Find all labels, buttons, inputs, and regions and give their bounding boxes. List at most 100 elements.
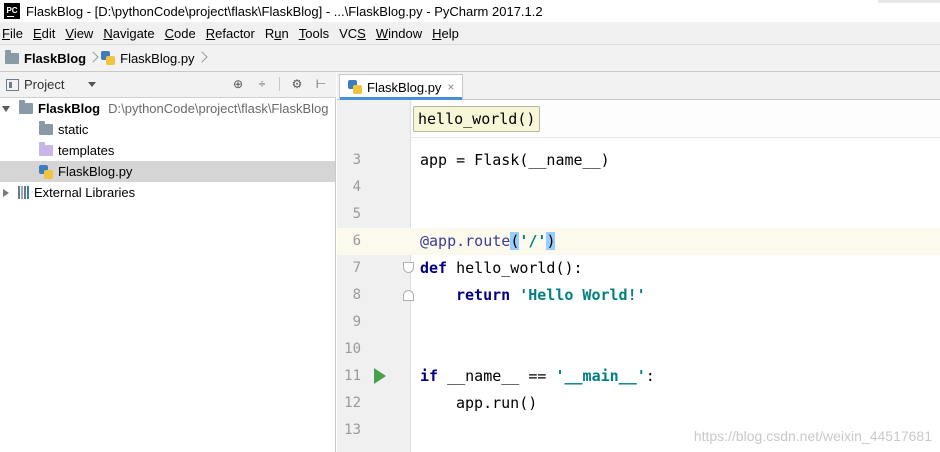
keyword-token: if: [420, 367, 439, 385]
chevron-right-icon: [198, 50, 206, 66]
menu-window-label: indow: [388, 25, 423, 41]
menu-vcs-prefix: VC: [339, 25, 358, 41]
breadcrumb: FlaskBlog FlaskBlog.py: [0, 44, 940, 72]
folder-icon: [39, 142, 53, 156]
code-line-8: return 'Hello World!': [456, 286, 646, 304]
project-panel-header: Project ⊕ ÷ ⚙ ⊢: [0, 72, 336, 98]
line-number: 7: [352, 260, 361, 276]
tree-root-path: D:\pythonCode\project\flask\FlaskBlog: [108, 101, 329, 116]
collapse-all-icon[interactable]: ÷: [255, 77, 269, 91]
tree-item-flaskblog-py[interactable]: FlaskBlog.py: [0, 161, 335, 182]
menu-tools[interactable]: Tools: [295, 26, 333, 41]
project-toolbar: ⊕ ÷ ⚙ ⊢: [231, 77, 328, 91]
line-number: 6: [352, 233, 361, 249]
code-line-7: def hello_world():: [420, 259, 583, 277]
run-gutter-icon[interactable]: [374, 368, 386, 384]
tree-item-label: static: [58, 122, 89, 137]
menu-view[interactable]: View: [61, 26, 97, 41]
line-number: 10: [344, 341, 361, 357]
toolbar-divider: [279, 77, 280, 91]
string-token: '/': [519, 232, 547, 250]
fold-marker-icon[interactable]: [403, 290, 414, 301]
keyword-token: return: [456, 286, 511, 304]
scroll-from-source-icon[interactable]: ⊕: [231, 77, 245, 91]
tree-external-libraries[interactable]: External Libraries: [0, 182, 335, 203]
menu-vcs[interactable]: VCS: [335, 26, 370, 41]
string-token: 'Hello World!': [519, 286, 646, 304]
project-tree: FlaskBlog D:\pythonCode\project\flask\Fl…: [0, 98, 336, 452]
string-token: '__main__': [555, 367, 646, 385]
expand-arrow-icon[interactable]: [3, 188, 9, 197]
expand-arrow-icon[interactable]: [2, 105, 10, 112]
line-number: 11: [344, 368, 361, 384]
breadcrumb-project-label: FlaskBlog: [24, 50, 87, 66]
folder-icon: [39, 121, 53, 135]
code-token: __name__ ==: [438, 367, 556, 385]
menu-code[interactable]: Code: [161, 26, 200, 41]
line-number: 3: [352, 152, 361, 168]
tree-item-templates[interactable]: templates: [0, 140, 335, 161]
line-number: 5: [352, 206, 361, 222]
line-number: 8: [352, 287, 361, 303]
menu-run-label: n: [281, 25, 289, 41]
watermark: https://blog.csdn.net/weixin_44517681: [693, 428, 932, 444]
paren-open-token: (: [510, 232, 520, 250]
line-number: 9: [352, 314, 361, 330]
title-bar: PC FlaskBlog - [D:\pythonCode\project\fl…: [0, 0, 940, 22]
project-view-selector[interactable]: Project: [24, 77, 64, 92]
menu-file[interactable]: File: [0, 26, 27, 41]
menu-refactor-mnemonic: R: [205, 25, 216, 41]
window-title: FlaskBlog - [D:\pythonCode\project\flask…: [26, 3, 543, 19]
menu-bar: File Edit View Navigate Code Refactor Ru…: [0, 22, 940, 44]
decorator-token: @app.route: [420, 232, 511, 250]
python-file-icon: [348, 80, 362, 94]
breadcrumb-project[interactable]: FlaskBlog: [5, 49, 87, 66]
keyword-token: def: [420, 259, 448, 277]
menu-edit[interactable]: Edit: [29, 26, 59, 41]
menu-tools-label: ools: [305, 25, 330, 41]
code-token: :: [645, 367, 655, 385]
close-icon[interactable]: ×: [447, 80, 454, 94]
code-line-12: app.run(): [456, 394, 538, 412]
tab-flaskblog-py[interactable]: FlaskBlog.py ×: [339, 74, 464, 100]
menu-navigate[interactable]: Navigate: [99, 26, 158, 41]
line-number: 12: [344, 395, 361, 411]
menu-run[interactable]: Run: [261, 26, 293, 41]
folder-icon: [5, 49, 19, 64]
menu-edit-label: dit: [41, 25, 56, 41]
menu-window[interactable]: Window: [372, 26, 426, 41]
menu-help-label: elp: [441, 25, 459, 41]
breadcrumb-file[interactable]: FlaskBlog.py: [101, 51, 195, 66]
menu-refactor[interactable]: Refactor: [202, 26, 259, 41]
code-token: hello_world():: [447, 259, 583, 277]
menu-file-label: ile: [9, 25, 23, 41]
project-view-icon: [6, 78, 19, 91]
title-bar-edge: [878, 0, 940, 3]
code-line-6: @app.route('/'): [420, 232, 556, 250]
tree-item-label: FlaskBlog.py: [58, 164, 133, 179]
code-line-11: if __name__ == '__main__':: [420, 367, 655, 385]
python-file-icon: [39, 164, 53, 179]
menu-window-mnemonic: W: [375, 25, 389, 41]
tree-root[interactable]: FlaskBlog D:\pythonCode\project\flask\Fl…: [0, 98, 335, 119]
fold-marker-icon[interactable]: [403, 262, 414, 273]
tree-item-label: templates: [58, 143, 115, 158]
gear-icon[interactable]: ⚙: [290, 77, 304, 91]
library-icon: [18, 186, 29, 199]
menu-edit-mnemonic: E: [32, 25, 42, 41]
tree-external-label: External Libraries: [34, 185, 136, 200]
tree-item-static[interactable]: static: [0, 119, 335, 140]
menu-file-mnemonic: F: [2, 25, 10, 41]
menu-view-mnemonic: V: [65, 25, 74, 41]
python-file-icon: [101, 51, 116, 65]
menu-code-mnemonic: C: [164, 25, 175, 41]
hide-panel-icon[interactable]: ⊢: [314, 77, 328, 91]
line-number: 13: [344, 422, 361, 438]
menu-help[interactable]: Help: [428, 26, 463, 41]
menu-code-label: ode: [174, 25, 196, 41]
paren-close-token: ): [546, 232, 556, 250]
menu-navigate-mnemonic: N: [103, 25, 113, 41]
menu-run-prefix: R: [264, 25, 275, 41]
pycharm-logo-icon: PC: [4, 3, 20, 19]
chevron-down-icon[interactable]: [88, 82, 97, 87]
